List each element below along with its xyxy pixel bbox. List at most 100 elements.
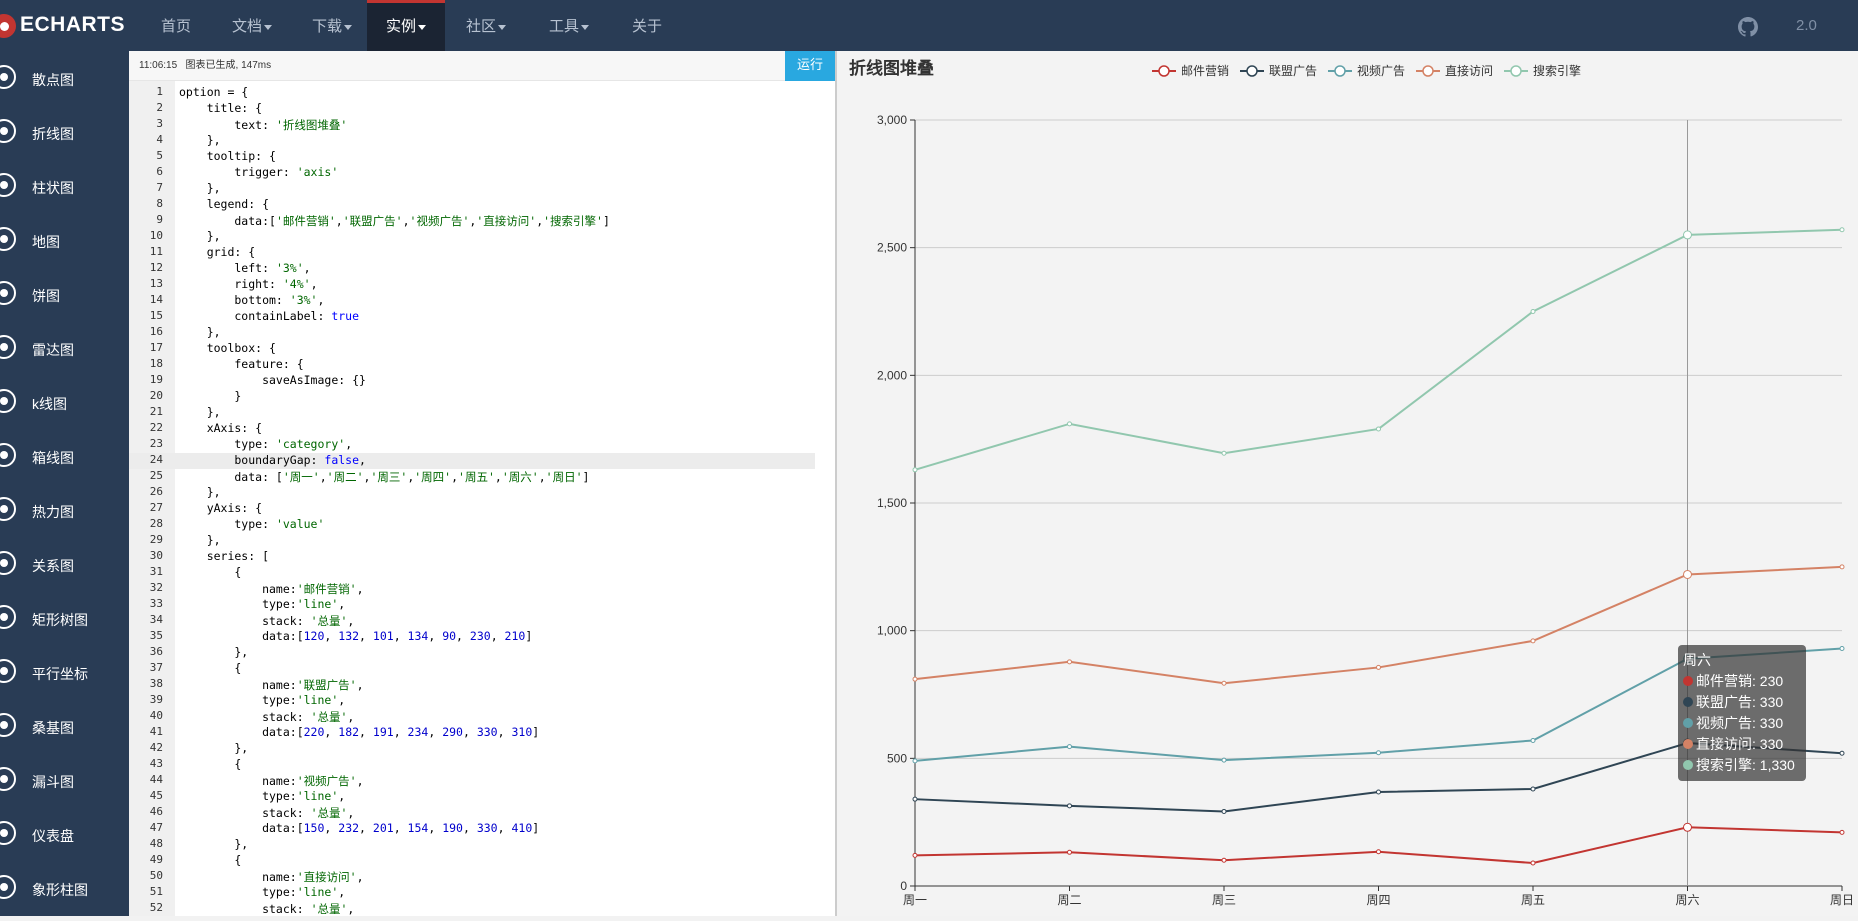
code-line[interactable]: left: '3%', — [179, 261, 310, 275]
code-line[interactable]: legend: { — [179, 197, 269, 211]
code-line[interactable]: }, — [179, 133, 221, 147]
series-line[interactable] — [914, 228, 1843, 471]
code-line[interactable]: { — [179, 565, 241, 579]
code-line[interactable]: name:'视频广告', — [179, 773, 363, 789]
data-point[interactable] — [1067, 659, 1072, 665]
code-line[interactable]: stack: '总量', — [179, 709, 354, 725]
data-point[interactable] — [912, 852, 918, 858]
code-line[interactable]: stack: '总量', — [179, 613, 354, 629]
code-line[interactable]: { — [179, 853, 241, 867]
data-point[interactable] — [1839, 564, 1845, 570]
data-point[interactable] — [1530, 737, 1536, 743]
code-line[interactable]: data:[150, 232, 201, 154, 190, 330, 410] — [179, 821, 539, 835]
sidebar-item[interactable]: 雷达图 — [0, 321, 129, 375]
data-point[interactable] — [1221, 857, 1227, 863]
data-point[interactable] — [1530, 638, 1536, 644]
code-line[interactable]: feature: { — [179, 357, 303, 371]
code-line[interactable]: data:['邮件营销','联盟广告','视频广告','直接访问','搜索引擎'… — [179, 213, 610, 229]
data-point[interactable] — [1530, 786, 1536, 792]
code-line[interactable]: name:'联盟广告', — [179, 677, 363, 693]
sidebar-item[interactable]: 象形柱图 — [0, 861, 129, 915]
code-line[interactable]: saveAsImage: {} — [179, 373, 366, 387]
sidebar-item[interactable]: 散点图 — [0, 51, 129, 105]
code-line[interactable]: }, — [179, 837, 248, 851]
code-area[interactable]: 1 option = {2 title: {3 text: '折线图堆叠' 4 },… — [129, 81, 815, 916]
legend-label[interactable]: 直接访问 — [1445, 63, 1493, 78]
sidebar-item[interactable]: 矩形树图 — [0, 591, 129, 645]
sidebar-item[interactable]: 地图 — [0, 213, 129, 267]
code-line[interactable]: name:'直接访问', — [179, 869, 363, 885]
code-line[interactable]: data:[120, 132, 101, 134, 90, 230, 210] — [179, 629, 532, 643]
code-line[interactable]: }, — [179, 229, 221, 243]
data-point[interactable] — [1683, 822, 1692, 832]
data-point[interactable] — [1376, 664, 1381, 670]
code-line[interactable]: type:'line', — [179, 597, 345, 611]
sidebar-item[interactable]: 漏斗图 — [0, 753, 129, 807]
code-line[interactable]: data:[220, 182, 191, 234, 290, 330, 310] — [179, 725, 539, 739]
data-point[interactable] — [1530, 309, 1536, 314]
sidebar-item[interactable]: 折线图 — [0, 105, 129, 159]
code-line[interactable]: title: { — [179, 101, 262, 115]
legend-symbol[interactable] — [1510, 65, 1522, 77]
nav-item[interactable]: 关于 — [611, 0, 683, 51]
data-point[interactable] — [1839, 646, 1845, 652]
code-line[interactable]: }, — [179, 533, 221, 547]
code-line[interactable]: name:'邮件营销', — [179, 581, 363, 597]
data-point[interactable] — [1221, 450, 1227, 456]
code-line[interactable]: boundaryGap: false, — [179, 453, 366, 467]
code-line[interactable]: right: '4%', — [179, 277, 317, 291]
code-line[interactable]: xAxis: { — [179, 421, 262, 435]
code-line[interactable]: containLabel: true — [179, 309, 359, 323]
code-line[interactable]: }, — [179, 325, 221, 339]
data-point[interactable] — [912, 796, 918, 802]
code-line[interactable]: stack: '总量', — [179, 805, 354, 821]
data-point[interactable] — [1376, 426, 1381, 432]
data-point[interactable] — [1839, 829, 1845, 835]
data-point[interactable] — [1683, 230, 1692, 240]
legend-symbol[interactable] — [1158, 65, 1170, 77]
code-line[interactable]: }, — [179, 645, 248, 659]
code-line[interactable]: series: [ — [179, 549, 269, 563]
sidebar-item[interactable]: 仪表盘 — [0, 807, 129, 861]
data-point[interactable] — [1839, 227, 1845, 233]
sidebar-item[interactable]: 桑基图 — [0, 699, 129, 753]
data-point[interactable] — [1221, 757, 1227, 763]
data-point[interactable] — [1376, 789, 1381, 795]
nav-item[interactable]: 首页 — [140, 0, 212, 51]
data-point[interactable] — [1530, 860, 1536, 866]
legend-label[interactable]: 邮件营销 — [1181, 64, 1229, 78]
code-line[interactable]: type:'line', — [179, 789, 345, 803]
code-line[interactable]: { — [179, 757, 241, 771]
code-line[interactable]: text: '折线图堆叠' — [179, 117, 347, 133]
code-line[interactable]: grid: { — [179, 245, 255, 259]
line-chart[interactable]: 折线图堆叠 0 500 1,000 1,500 2,000 2,500 3,000 周一 周二 周三… — [837, 51, 1858, 916]
data-point[interactable] — [1839, 750, 1845, 756]
nav-item[interactable]: 社区 — [445, 0, 527, 51]
code-line[interactable]: tooltip: { — [179, 149, 276, 163]
data-point[interactable] — [1683, 569, 1692, 579]
sidebar-item[interactable]: 饼图 — [0, 267, 129, 321]
data-point[interactable] — [1067, 849, 1072, 855]
legend-symbol[interactable] — [1422, 65, 1434, 77]
code-line[interactable]: }, — [179, 181, 221, 195]
nav-item[interactable]: 文档 — [211, 0, 293, 51]
data-point[interactable] — [1376, 849, 1381, 855]
code-line[interactable]: } — [179, 389, 241, 403]
legend-label[interactable]: 视频广告 — [1357, 63, 1405, 78]
code-line[interactable]: bottom: '3%', — [179, 293, 324, 307]
run-button[interactable]: 运行 — [785, 51, 835, 81]
sidebar-item[interactable]: 关系图 — [0, 537, 129, 591]
data-point[interactable] — [1067, 744, 1072, 750]
data-point[interactable] — [912, 467, 918, 473]
code-line[interactable]: yAxis: { — [179, 501, 262, 515]
sidebar-item[interactable]: 平行坐标 — [0, 645, 129, 699]
code-line[interactable]: type:'line', — [179, 693, 345, 707]
series-line[interactable] — [914, 826, 1843, 865]
code-line[interactable]: }, — [179, 741, 248, 755]
sidebar-item[interactable]: 柱状图 — [0, 159, 129, 213]
legend-symbol[interactable] — [1246, 65, 1258, 77]
code-line[interactable]: data: ['周一','周二','周三','周四','周五','周六','周日… — [179, 469, 589, 485]
code-line[interactable]: { — [179, 661, 241, 675]
code-line[interactable]: stack: '总量', — [179, 901, 354, 916]
sidebar-item[interactable]: k线图 — [0, 375, 129, 429]
